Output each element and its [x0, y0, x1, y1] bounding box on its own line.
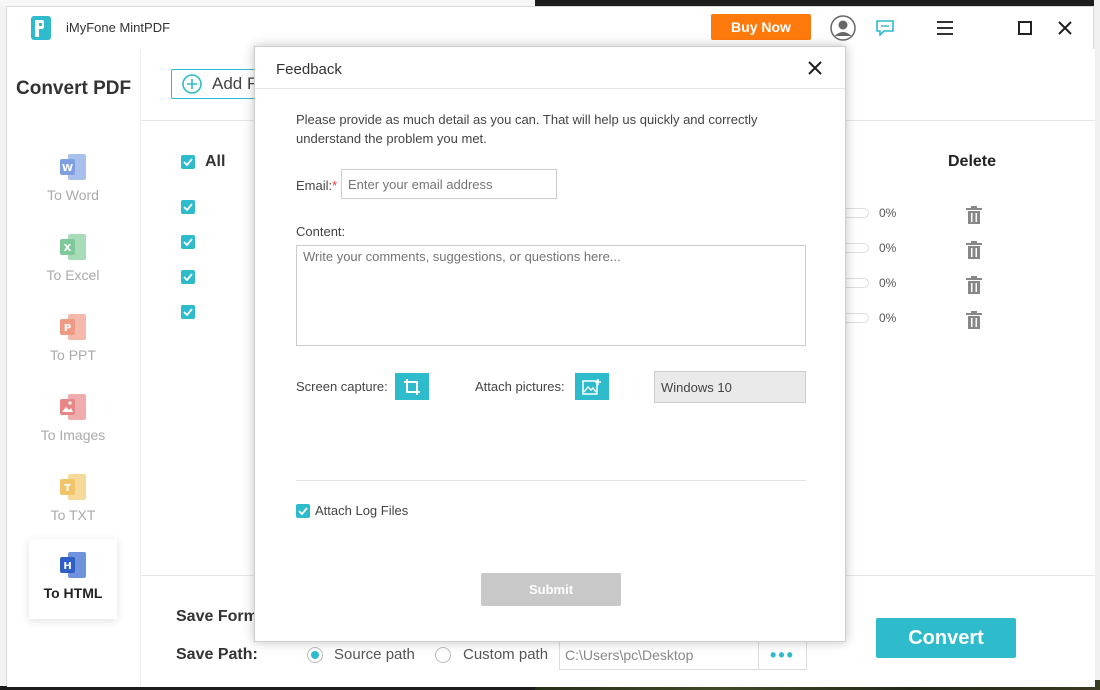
- progress-percent: 0%: [879, 276, 897, 290]
- sidebar-item-label: To Images: [40, 427, 106, 443]
- dialog-title: Feedback: [276, 61, 342, 78]
- trash-icon[interactable]: [966, 311, 982, 329]
- trash-icon[interactable]: [966, 241, 982, 259]
- trash-icon[interactable]: [966, 276, 982, 294]
- submit-button[interactable]: Submit: [481, 573, 621, 606]
- attach-log-checkbox[interactable]: [296, 503, 310, 518]
- custom-path-label[interactable]: Custom path: [463, 646, 548, 663]
- title-bar: iMyFone MintPDF Buy Now: [7, 7, 1093, 49]
- sidebar-item-to-txt[interactable]: T To TXT: [29, 461, 117, 533]
- progress-percent: 0%: [879, 206, 897, 220]
- os-version-field: Windows 10: [654, 371, 806, 403]
- maximize-icon[interactable]: [1011, 14, 1039, 42]
- svg-text:H: H: [63, 561, 71, 572]
- crop-icon: [404, 378, 420, 395]
- row-checkbox[interactable]: [181, 270, 195, 284]
- save-path-label: Save Path:: [176, 646, 258, 663]
- sidebar-item-to-excel[interactable]: X To Excel: [29, 221, 117, 293]
- sidebar-item-to-word[interactable]: W To Word: [29, 141, 117, 213]
- app-logo-icon: [31, 16, 51, 40]
- txt-file-icon: T: [60, 474, 86, 500]
- screen-capture-label: Screen capture:: [296, 379, 388, 394]
- convert-button[interactable]: Convert: [876, 618, 1016, 658]
- add-files-label: Add F: [212, 74, 258, 93]
- app-title: iMyFone MintPDF: [66, 20, 171, 35]
- select-all-label: All: [205, 153, 226, 170]
- attach-pictures-button[interactable]: [575, 373, 609, 400]
- attach-log-row: Attach Log Files: [296, 503, 408, 518]
- save-path-field[interactable]: C:\Users\pc\Desktop: [559, 640, 759, 670]
- svg-text:P: P: [64, 323, 71, 334]
- svg-text:W: W: [62, 163, 73, 174]
- buy-now-button[interactable]: Buy Now: [711, 14, 811, 40]
- source-path-label[interactable]: Source path: [334, 646, 415, 663]
- feedback-icon[interactable]: [871, 14, 899, 42]
- sidebar-item-label: To HTML: [43, 585, 103, 601]
- row-checkbox[interactable]: [181, 200, 195, 214]
- sidebar-title: Convert PDF: [16, 78, 132, 99]
- sidebar-item-label: To PPT: [50, 347, 96, 363]
- sidebar-item-label: To TXT: [50, 507, 96, 523]
- select-all-row: All: [181, 153, 225, 171]
- attach-log-label[interactable]: Attach Log Files: [315, 503, 408, 518]
- progress-percent: 0%: [879, 241, 897, 255]
- attach-pictures-label: Attach pictures:: [475, 379, 565, 394]
- menu-icon[interactable]: [931, 14, 959, 42]
- email-field[interactable]: [341, 169, 557, 199]
- excel-file-icon: X: [60, 234, 86, 260]
- required-marker: *: [332, 178, 338, 193]
- dialog-header: Feedback: [255, 47, 845, 89]
- email-label-text: Email:: [296, 178, 333, 193]
- sidebar-item-label: To Excel: [46, 267, 100, 283]
- html-file-icon: H: [60, 552, 86, 578]
- ppt-file-icon: P: [60, 314, 86, 340]
- close-window-icon[interactable]: [1051, 14, 1079, 42]
- close-icon[interactable]: [805, 58, 825, 78]
- row-checkbox[interactable]: [181, 305, 195, 319]
- email-label: Email:*: [296, 178, 337, 193]
- sidebar-item-to-images[interactable]: To Images: [29, 381, 117, 453]
- content-textarea[interactable]: [296, 245, 806, 346]
- dialog-description: Please provide as much detail as you can…: [296, 112, 758, 146]
- add-circle-icon: [182, 74, 202, 94]
- delete-column-header: Delete: [948, 153, 997, 170]
- screen-capture-button[interactable]: [395, 373, 429, 400]
- feedback-dialog: Feedback Please provide as much detail a…: [254, 46, 846, 642]
- row-checkbox[interactable]: [181, 235, 195, 249]
- sidebar: Convert PDF W To Word X To Excel P To PP…: [7, 49, 141, 687]
- sidebar-item-label: To Word: [47, 187, 99, 203]
- sidebar-item-to-ppt[interactable]: P To PPT: [29, 301, 117, 373]
- content-label: Content:: [296, 224, 346, 239]
- svg-text:T: T: [64, 483, 71, 494]
- word-file-icon: W: [60, 154, 86, 180]
- select-all-checkbox[interactable]: [181, 155, 195, 169]
- custom-path-radio[interactable]: [435, 647, 451, 663]
- trash-icon[interactable]: [966, 206, 982, 224]
- source-path-radio[interactable]: [307, 647, 323, 663]
- account-icon[interactable]: [829, 14, 857, 42]
- add-image-icon: [582, 378, 601, 395]
- svg-text:X: X: [64, 243, 72, 254]
- divider: [296, 480, 806, 481]
- sidebar-item-to-html[interactable]: H To HTML: [29, 539, 117, 619]
- save-format-label: Save Form: [176, 608, 258, 625]
- progress-percent: 0%: [879, 311, 897, 325]
- browse-path-button[interactable]: •••: [759, 640, 807, 670]
- image-file-icon: [60, 394, 86, 420]
